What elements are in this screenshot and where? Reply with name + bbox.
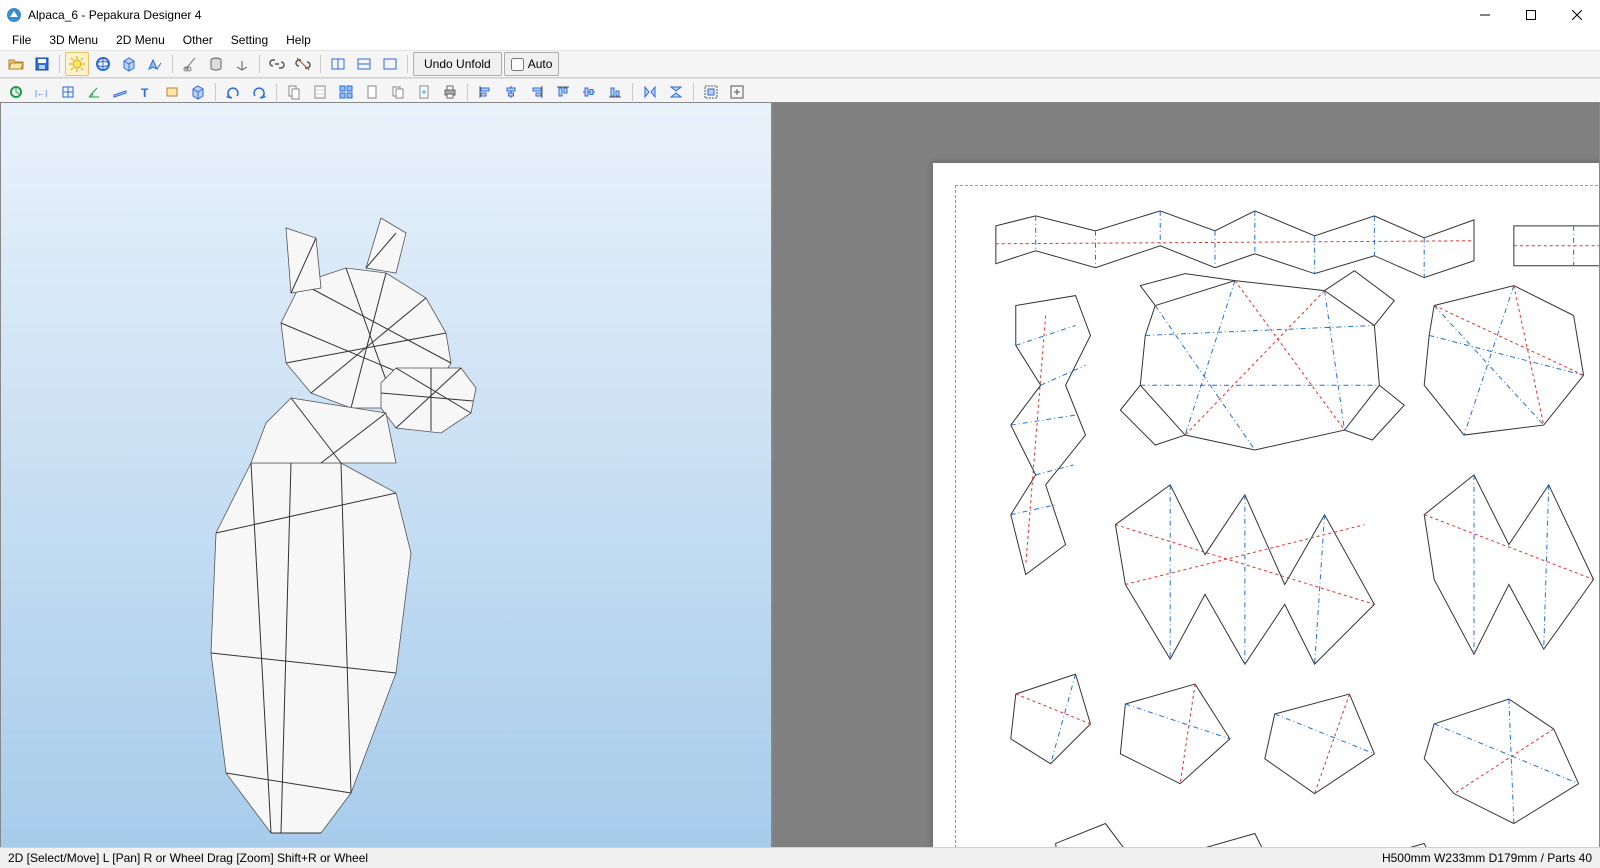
- menu-file[interactable]: File: [4, 31, 39, 49]
- align-m-icon[interactable]: [577, 80, 601, 104]
- light-icon[interactable]: [65, 52, 89, 76]
- zoom-icon[interactable]: [725, 80, 749, 104]
- page1-icon[interactable]: [282, 80, 306, 104]
- separator: [632, 83, 633, 101]
- doc-icon[interactable]: [360, 80, 384, 104]
- separator: [215, 83, 216, 101]
- flip-v-icon[interactable]: [664, 80, 688, 104]
- minimize-button[interactable]: [1462, 0, 1508, 30]
- home-icon[interactable]: [4, 80, 28, 104]
- separator: [59, 55, 60, 73]
- print-icon[interactable]: [438, 80, 462, 104]
- unlink-icon[interactable]: [291, 52, 315, 76]
- model-3d: [171, 213, 521, 848]
- viewport-2d[interactable]: [772, 102, 1600, 848]
- undo-icon[interactable]: [221, 80, 245, 104]
- close-button[interactable]: [1554, 0, 1600, 30]
- align-b-icon[interactable]: [603, 80, 627, 104]
- solid-icon[interactable]: [117, 52, 141, 76]
- viewport-3d[interactable]: [0, 102, 772, 848]
- plane-icon[interactable]: [108, 80, 132, 104]
- separator: [320, 55, 321, 73]
- auto-checkbox-label: Auto: [528, 57, 553, 71]
- window-title: Alpaca_6 - Pepakura Designer 4: [28, 8, 201, 22]
- undo-unfold-button[interactable]: Undo Unfold: [413, 52, 502, 76]
- status-left: 2D [Select/Move] L [Pan] R or Wheel Drag…: [8, 851, 368, 865]
- rect-icon[interactable]: [160, 80, 184, 104]
- unfold-pattern: [956, 186, 1600, 848]
- menu-other[interactable]: Other: [175, 31, 221, 49]
- doc2-icon[interactable]: [412, 80, 436, 104]
- menu-3d[interactable]: 3D Menu: [41, 31, 106, 49]
- maximize-button[interactable]: [1508, 0, 1554, 30]
- separator: [172, 55, 173, 73]
- axis-icon[interactable]: [230, 52, 254, 76]
- align-r-icon[interactable]: [525, 80, 549, 104]
- grid-icon[interactable]: [56, 80, 80, 104]
- app-icon: [6, 7, 22, 23]
- separator: [693, 83, 694, 101]
- menu-setting[interactable]: Setting: [223, 31, 276, 49]
- texture-icon[interactable]: [91, 52, 115, 76]
- align-l-icon[interactable]: [473, 80, 497, 104]
- open-icon[interactable]: [4, 52, 28, 76]
- layout-icon[interactable]: [334, 80, 358, 104]
- angle-icon[interactable]: [82, 80, 106, 104]
- align-t-icon[interactable]: [551, 80, 575, 104]
- measure-icon[interactable]: |←|: [30, 80, 54, 104]
- toolbar-1: Undo Unfold Auto: [0, 50, 1600, 78]
- cut-icon[interactable]: [178, 52, 202, 76]
- svg-text:|←|: |←|: [35, 89, 47, 98]
- paper-sheet: [933, 163, 1600, 848]
- link-icon[interactable]: [265, 52, 289, 76]
- split-h-icon[interactable]: [326, 52, 350, 76]
- split-v-icon[interactable]: [352, 52, 376, 76]
- copy-icon[interactable]: [386, 80, 410, 104]
- fit-icon[interactable]: [699, 80, 723, 104]
- unfold-icon[interactable]: [143, 52, 167, 76]
- cube-icon[interactable]: [186, 80, 210, 104]
- window-controls: [1462, 0, 1600, 30]
- status-right: H500mm W233mm D179mm / Parts 40: [1382, 851, 1592, 865]
- cylinder-icon[interactable]: [204, 52, 228, 76]
- save-icon[interactable]: [30, 52, 54, 76]
- separator: [259, 55, 260, 73]
- menu-help[interactable]: Help: [278, 31, 319, 49]
- page2-icon[interactable]: [308, 80, 332, 104]
- auto-checkbox-input[interactable]: [511, 58, 524, 71]
- status-bar: 2D [Select/Move] L [Pan] R or Wheel Drag…: [0, 847, 1600, 868]
- window-icon[interactable]: [378, 52, 402, 76]
- flip-h-icon[interactable]: [638, 80, 662, 104]
- title-bar: Alpaca_6 - Pepakura Designer 4: [0, 0, 1600, 30]
- separator: [467, 83, 468, 101]
- text-icon[interactable]: T: [134, 80, 158, 104]
- auto-checkbox[interactable]: Auto: [504, 52, 560, 76]
- menu-bar: File 3D Menu 2D Menu Other Setting Help: [0, 30, 1600, 50]
- main-area: [0, 102, 1600, 848]
- svg-text:T: T: [141, 86, 149, 100]
- redo-icon[interactable]: [247, 80, 271, 104]
- separator: [407, 55, 408, 73]
- menu-2d[interactable]: 2D Menu: [108, 31, 173, 49]
- separator: [276, 83, 277, 101]
- align-c-icon[interactable]: [499, 80, 523, 104]
